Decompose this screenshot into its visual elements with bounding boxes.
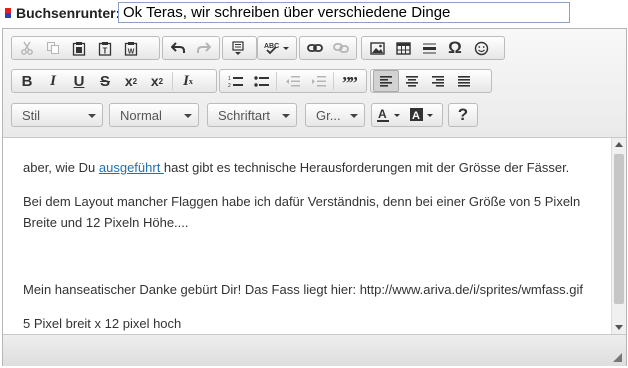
svg-text:1: 1 <box>228 76 231 82</box>
paragraph-3: Mein hanseatischer Danke gebürt Dir! Das… <box>23 282 583 297</box>
unlink-icon[interactable] <box>328 37 354 59</box>
strike-icon[interactable]: S <box>92 70 118 92</box>
svg-text:W: W <box>128 48 135 55</box>
align-left-icon[interactable] <box>373 70 399 92</box>
paste-text-icon[interactable]: T <box>92 37 118 59</box>
copy-icon[interactable] <box>40 37 66 59</box>
align-justify-icon[interactable] <box>451 70 477 92</box>
font-dropdown[interactable]: Schriftart <box>207 103 297 127</box>
title-label: Buchsenrunter: <box>16 5 121 21</box>
paragraph-1-text-b: hast gibt es technische Herausforderunge… <box>163 160 570 175</box>
vertical-scrollbar[interactable] <box>611 138 626 334</box>
rich-text-editor: T W ABC Ω B I U S x 2 x 2 I x 1 2 ” Stil… <box>2 28 627 366</box>
align-group <box>370 69 492 93</box>
numbered-list-icon[interactable]: 12 <box>222 70 248 92</box>
resize-handle-icon[interactable] <box>613 353 622 362</box>
scroll-up-icon[interactable] <box>615 142 623 147</box>
format-dropdown-label: Normal <box>120 107 162 123</box>
style-dropdown[interactable]: Stil <box>11 103 103 127</box>
subscript-icon[interactable]: x2 <box>118 70 144 92</box>
special-char-icon[interactable]: Ω <box>442 37 468 59</box>
chevron-down-icon <box>350 114 358 118</box>
blockquote-icon[interactable]: ”” <box>336 70 362 92</box>
bold-icon[interactable]: B <box>14 70 40 92</box>
italic-icon[interactable]: I <box>40 70 66 92</box>
bulleted-list-icon[interactable] <box>248 70 274 92</box>
horizontal-rule-icon[interactable] <box>416 37 442 59</box>
history-group <box>162 36 220 60</box>
link-ausgefuehrt[interactable]: ausgeführt <box>99 160 164 175</box>
editor-toolbar: T W ABC Ω B I U S x 2 x 2 I x 1 2 ” Stil… <box>3 29 626 138</box>
svg-text:T: T <box>103 46 108 55</box>
style-dropdown-label: Stil <box>22 107 41 123</box>
template-group <box>222 36 257 60</box>
underline-icon[interactable]: U <box>66 70 92 92</box>
scroll-down-icon[interactable] <box>615 325 623 330</box>
size-dropdown[interactable]: Gr... <box>305 103 365 127</box>
paragraph-1-text-a: aber, wie Du <box>23 160 99 175</box>
separator <box>276 72 277 90</box>
smiley-icon[interactable] <box>468 37 494 59</box>
image-icon[interactable] <box>364 37 390 59</box>
align-right-icon[interactable] <box>425 70 451 92</box>
svg-text:2: 2 <box>228 83 231 88</box>
align-center-icon[interactable] <box>399 70 425 92</box>
svg-text:”: ” <box>349 76 357 87</box>
table-icon[interactable] <box>390 37 416 59</box>
insert-group: Ω <box>361 36 505 60</box>
size-dropdown-label: Gr... <box>316 107 341 123</box>
editor-footer <box>3 334 626 366</box>
paragraph-2-line-2: Breite und 12 Pixeln Höhe.... <box>23 215 189 230</box>
spellcheck-group: ABC <box>257 36 297 60</box>
paste-word-icon[interactable]: W <box>118 37 144 59</box>
outdent-icon[interactable] <box>279 70 305 92</box>
text-color-icon[interactable]: A <box>374 104 406 126</box>
superscript-icon[interactable]: x2 <box>144 70 170 92</box>
paste-icon[interactable] <box>66 37 92 59</box>
paragraph-2-line-1: Bei dem Layout mancher Flaggen habe ich … <box>23 194 581 209</box>
clipboard-group: T W <box>11 36 160 60</box>
color-group: A A <box>371 103 443 127</box>
editor-content[interactable]: aber, wie Du ausgeführt hast gibt es tec… <box>3 138 611 334</box>
separator <box>172 72 173 90</box>
svg-text:ABC: ABC <box>264 43 279 50</box>
paste-from-word-icon[interactable] <box>225 37 251 59</box>
title-input[interactable] <box>118 2 570 23</box>
scroll-thumb[interactable] <box>614 154 624 304</box>
chevron-down-icon <box>282 114 290 118</box>
background-color-icon[interactable]: A <box>406 104 440 126</box>
svg-text:A: A <box>412 110 420 122</box>
spellcheck-icon[interactable]: ABC <box>260 37 294 59</box>
chevron-down-icon <box>184 114 192 118</box>
paragraph-1: aber, wie Du ausgeführt hast gibt es tec… <box>23 157 569 178</box>
font-dropdown-label: Schriftart <box>218 107 271 123</box>
separator <box>333 72 334 90</box>
flag-icon <box>5 8 11 18</box>
basic-style-group: B I U S x2 x2 Ix <box>11 69 217 93</box>
title-row: Buchsenrunter: <box>0 0 628 28</box>
help-button[interactable]: ? <box>451 104 475 126</box>
link-icon[interactable] <box>302 37 328 59</box>
redo-icon[interactable] <box>191 37 217 59</box>
format-dropdown[interactable]: Normal <box>109 103 199 127</box>
cut-icon[interactable] <box>14 37 40 59</box>
paragraph-4: 5 Pixel breit x 12 pixel hoch <box>23 316 182 331</box>
help-group: ? <box>448 103 478 127</box>
link-group <box>299 36 357 60</box>
undo-icon[interactable] <box>165 37 191 59</box>
chevron-down-icon <box>88 114 96 118</box>
remove-format-icon[interactable]: Ix <box>175 70 201 92</box>
indent-icon[interactable] <box>305 70 331 92</box>
list-group: 12 ”” <box>219 69 367 93</box>
svg-text:A: A <box>378 108 387 121</box>
